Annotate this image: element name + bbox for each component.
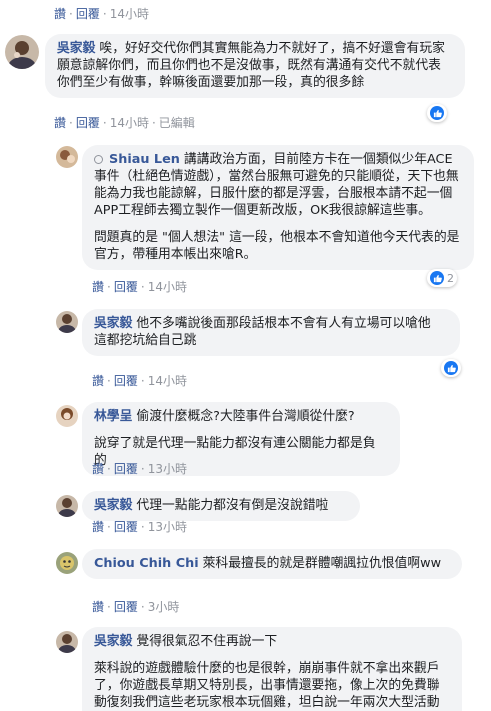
comment-author[interactable]: 吳家毅 [94,316,132,331]
comment-time[interactable]: 14小時 [110,7,149,21]
comment-text: 唉，好好交代你們其實無能為力不就好了，搞不好還會有玩家願意諒解你們，而且你們也不… [57,41,445,90]
separator-dot: · [69,116,73,130]
mention-tag[interactable] [94,152,105,167]
comment-time[interactable]: 14小時 [110,116,149,130]
comment-actions: 讚 · 回覆 · 14小時 [92,372,187,389]
avatar-image [5,35,39,69]
comment-actions: 讚 · 回覆 · 14小時 · 已編輯 [54,114,195,131]
separator-dot: · [140,374,145,388]
comment-actions: 讚 · 回覆 · 14小時 [54,5,149,22]
thumbs-up-icon [444,361,458,375]
comment-author[interactable]: 吳家毅 [94,498,132,513]
comment-author[interactable]: Shiau Len [109,152,180,167]
reply-link[interactable]: 回覆 [114,520,138,534]
avatar[interactable] [5,35,39,69]
avatar[interactable] [56,631,78,653]
avatar-image [56,631,78,653]
avatar[interactable] [56,552,78,574]
comment-author[interactable]: Chiou Chih Chi [94,556,199,571]
like-link[interactable]: 讚 [54,7,66,21]
separator-dot: · [140,280,145,294]
comment-text: 代理一點能力都沒有倒是沒說錯啦 [136,498,329,513]
thumbs-up-icon [430,106,444,120]
comment-author[interactable]: 吳家毅 [57,41,95,56]
like-link[interactable]: 讚 [92,374,104,388]
thumbs-up-icon [430,271,444,285]
comment-bubble: Chiou Chih Chi 萊科最擅長的就是群體嘲諷拉仇恨值啊ww [82,549,462,579]
separator-dot: · [107,374,111,388]
avatar-image [56,552,78,574]
comment-actions: 讚 · 回覆 · 13小時 [92,518,187,535]
like-link[interactable]: 讚 [92,600,104,614]
reply-link[interactable]: 回覆 [114,374,138,388]
comment-actions: 讚 · 回覆 · 13小時 [92,460,187,477]
reply-link[interactable]: 回覆 [76,7,100,21]
comment-time[interactable]: 3小時 [148,600,180,614]
avatar[interactable] [56,405,78,427]
like-link[interactable]: 讚 [92,462,104,476]
separator-dot: · [107,600,111,614]
circle-icon [94,155,103,164]
separator-dot: · [107,280,111,294]
comment-actions: 讚 · 回覆 · 3小時 [92,598,179,615]
avatar-image [56,405,78,427]
separator-dot: · [151,116,156,130]
comment-text: 這都挖坑給自己跳 [94,333,197,348]
comment-text: 覺得很氣忍不住再說一下 [136,634,278,649]
separator-dot: · [107,462,111,476]
comment-time[interactable]: 13小時 [148,520,187,534]
separator-dot: · [102,7,107,21]
comment-thread: 讚 · 回覆 · 14小時 吳家毅 唉，好好交代你們其實無能為力不就好了，搞不好還會有玩家… [0,0,491,711]
reaction-count[interactable]: 2 [427,269,457,287]
comment-bubble: Shiau Len 講講政治方面，目前陸方卡在一個類似少年ACE事件（杜絕色情遊戲… [82,145,474,270]
separator-dot: · [107,520,111,534]
comment-text: 萊科說的遊戲體驗什麼的也是很幹，崩崩事件就不拿出來觀戶了，你遊戲長草期又特別長，… [94,661,440,710]
comment-bubble: 吳家毅 代理一點能力都沒有倒是沒說錯啦 [82,491,360,521]
comment-time[interactable]: 14小時 [148,374,187,388]
comment-bubble: 吳家毅 他不多嘴說後面那段話根本不會有人有立場可以嗆他 這都挖坑給自己跳 [82,309,460,356]
comment-author[interactable]: 吳家毅 [94,634,132,649]
comment-bubble: 吳家毅 唉，好好交代你們其實無能為力不就好了，搞不好還會有玩家願意諒解你們，而且你… [45,34,465,98]
comment-text: 他不多嘴說後面那段話根本不會有人有立場可以嗆他 [136,316,431,331]
comment-bubble: 吳家毅 覺得很氣忍不住再說一下 萊科說的遊戲體驗什麼的也是很幹，崩崩事件就不拿出來… [82,627,462,711]
reply-link[interactable]: 回覆 [114,462,138,476]
separator-dot: · [140,600,145,614]
comment-time[interactable]: 14小時 [148,280,187,294]
like-link[interactable]: 讚 [54,116,66,130]
comment-text: 萊科最擅長的就是群體嘲諷拉仇恨值啊ww [202,556,442,571]
avatar[interactable] [56,146,78,168]
reaction-number: 2 [447,271,454,285]
like-link[interactable]: 讚 [92,520,104,534]
separator-dot: · [140,520,145,534]
avatar-image [56,311,78,333]
avatar[interactable] [56,311,78,333]
reaction-count[interactable] [441,359,461,377]
like-link[interactable]: 讚 [92,280,104,294]
comment-text: 偷渡什麼概念?大陸事件台灣順從什麼? [136,409,355,424]
reply-link[interactable]: 回覆 [114,600,138,614]
comment-actions: 讚 · 回覆 · 14小時 [92,278,187,295]
reaction-count[interactable] [427,104,447,122]
avatar[interactable] [56,495,78,517]
reply-link[interactable]: 回覆 [114,280,138,294]
edited-label[interactable]: 已編輯 [159,116,195,130]
reply-link[interactable]: 回覆 [76,116,100,130]
avatar-image [56,495,78,517]
comment-author[interactable]: 林學呈 [94,409,132,424]
avatar-image [56,146,78,168]
separator-dot: · [69,7,73,21]
comment-time[interactable]: 13小時 [148,462,187,476]
separator-dot: · [102,116,107,130]
separator-dot: · [140,462,145,476]
comment-text: 問題真的是 "個人想法" 這一段，他根本不會知道他今天代表的是官方，帶種用本帳出… [94,230,460,262]
